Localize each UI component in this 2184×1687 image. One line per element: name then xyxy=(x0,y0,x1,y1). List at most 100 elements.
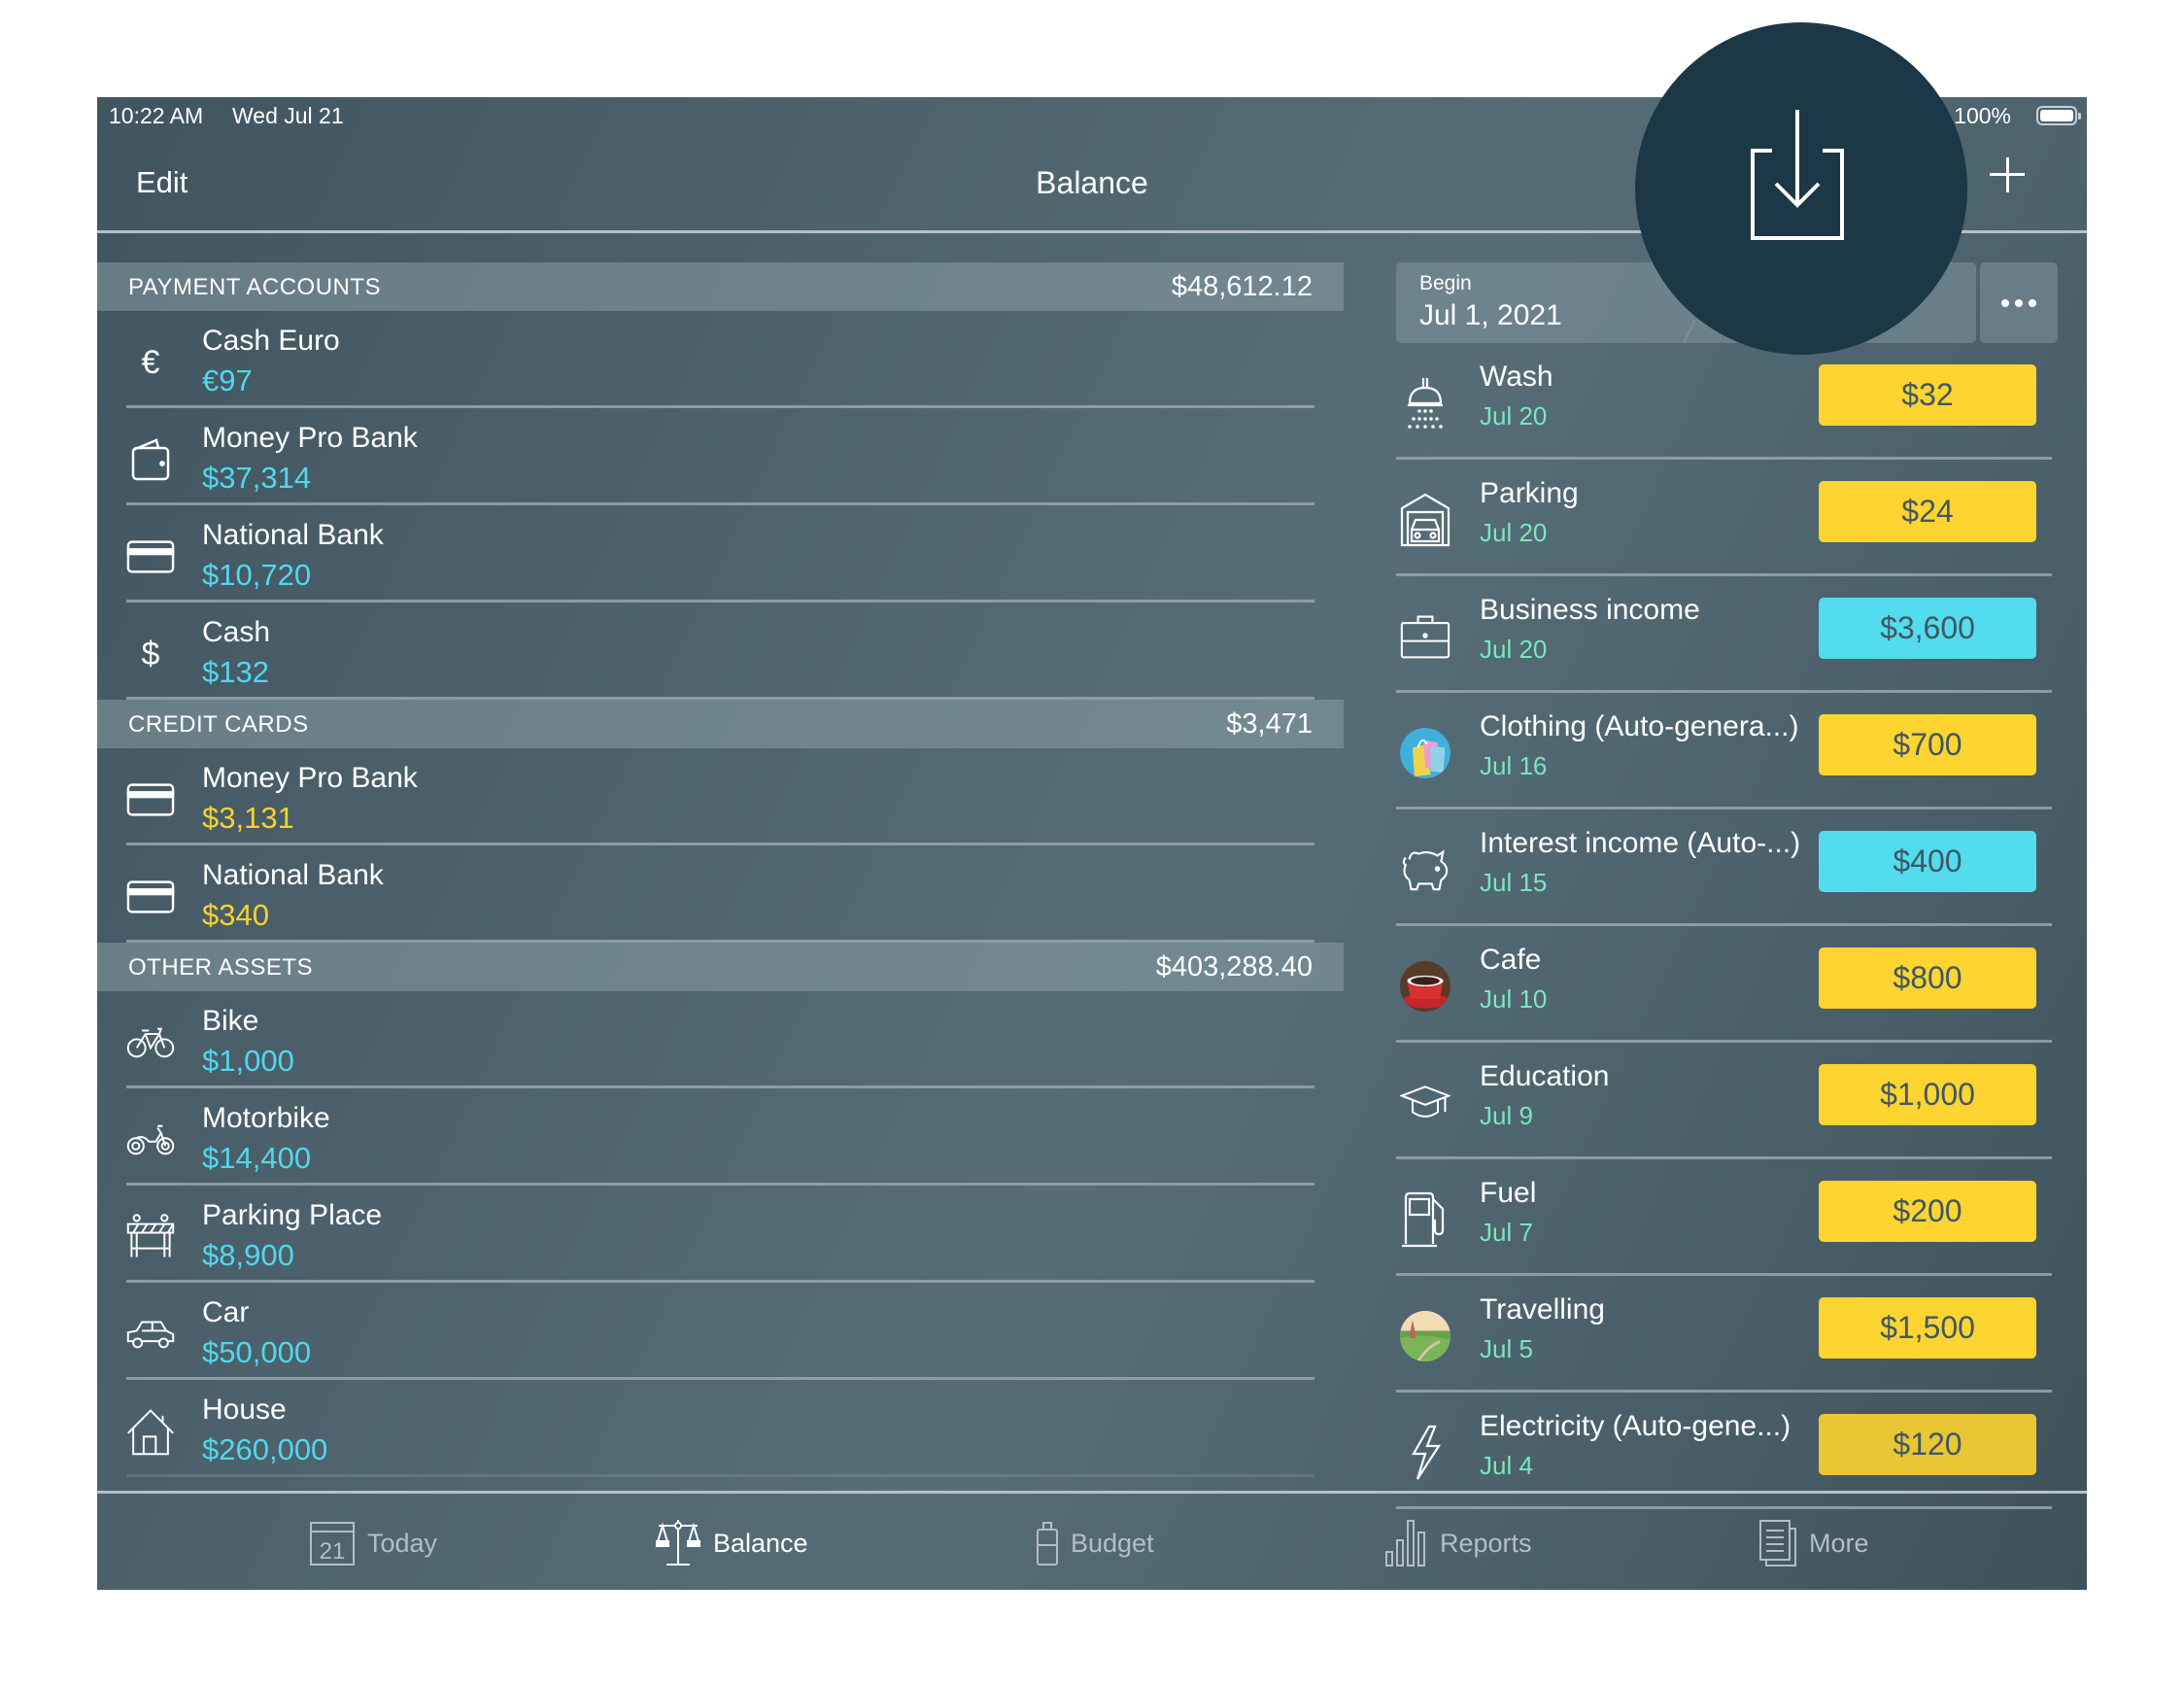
account-amount: $1,000 xyxy=(202,1044,294,1078)
piggy-bank-icon xyxy=(1400,843,1450,897)
account-amount: $50,000 xyxy=(202,1335,312,1369)
transaction-date: Jul 5 xyxy=(1480,1334,1533,1363)
tab-label: Today xyxy=(367,1528,438,1558)
briefcase-icon xyxy=(1400,609,1450,664)
transaction-name: Travelling xyxy=(1480,1293,1605,1326)
shopping-bags-photo-icon xyxy=(1400,726,1450,780)
tab-label: Budget xyxy=(1071,1528,1154,1558)
transaction-amount[interactable]: $200 xyxy=(1819,1181,2036,1242)
import-download-icon xyxy=(1751,110,1844,240)
account-amount: €97 xyxy=(202,363,253,397)
transaction-amount[interactable]: $24 xyxy=(1819,481,2036,542)
account-row[interactable]: National Bank $340 xyxy=(97,845,1344,943)
transaction-amount[interactable]: $700 xyxy=(1819,714,2036,775)
period-divider xyxy=(1681,319,1696,343)
account-row[interactable]: Car $50,000 xyxy=(97,1283,1344,1380)
euro-icon: € xyxy=(141,343,160,381)
account-amount: $8,900 xyxy=(202,1238,294,1272)
transaction-amount[interactable]: $1,000 xyxy=(1819,1064,2036,1125)
section-header-credit-cards: CREDIT CARDS $3,471 xyxy=(97,700,1344,748)
account-name: Parking Place xyxy=(202,1199,383,1231)
landscape-photo-icon xyxy=(1400,1309,1450,1363)
account-amount: $340 xyxy=(202,898,269,932)
transaction-row[interactable]: Travelling Jul 5 $1,500 xyxy=(1396,1276,2052,1393)
account-amount: $260,000 xyxy=(202,1432,328,1466)
tab-bar: 21 Today Balance Budget Reports More xyxy=(97,1491,2087,1590)
transaction-row[interactable]: Fuel Jul 7 $200 xyxy=(1396,1159,2052,1276)
dollar-icon: $ xyxy=(141,635,160,672)
tab-reports[interactable]: Reports xyxy=(1385,1519,1532,1567)
status-time: 10:22 AM xyxy=(109,103,204,128)
account-row[interactable]: Parking Place $8,900 xyxy=(97,1186,1344,1283)
lightning-icon xyxy=(1400,1425,1450,1480)
transaction-name: Interest income (Auto-...) xyxy=(1480,827,1801,859)
status-date: Wed Jul 21 xyxy=(232,103,344,128)
documents-icon xyxy=(1759,1520,1796,1566)
scales-icon xyxy=(655,1520,701,1566)
budget-jar-icon xyxy=(1037,1522,1058,1566)
transaction-row[interactable]: Clothing (Auto-genera...) Jul 16 $700 xyxy=(1396,693,2052,809)
plus-icon[interactable] xyxy=(1986,154,2029,196)
transactions-list: Wash Jul 20 $32 Parking Jul 20 $24 Busin… xyxy=(1396,343,2052,1509)
credit-card-icon xyxy=(126,873,175,921)
transaction-row[interactable]: Wash Jul 20 $32 xyxy=(1396,343,2052,460)
coffee-cup-photo-icon xyxy=(1400,959,1450,1014)
account-row[interactable]: Bike $1,000 xyxy=(97,991,1344,1088)
section-title: PAYMENT ACCOUNTS xyxy=(128,274,382,300)
transaction-row[interactable]: Cafe Jul 10 $800 xyxy=(1396,926,2052,1043)
transaction-name: Cafe xyxy=(1480,944,1542,976)
import-button-spotlight[interactable] xyxy=(1635,22,1967,355)
account-row[interactable]: € Cash Euro €97 xyxy=(97,311,1344,408)
account-name: House xyxy=(202,1394,287,1426)
tab-label: More xyxy=(1809,1528,1869,1558)
transaction-date: Jul 20 xyxy=(1480,518,1548,547)
transaction-amount[interactable]: $3,600 xyxy=(1819,598,2036,659)
transaction-name: Business income xyxy=(1480,594,1700,626)
tab-label: Reports xyxy=(1440,1528,1532,1558)
transaction-amount[interactable]: $32 xyxy=(1819,364,2036,426)
section-title: CREDIT CARDS xyxy=(128,711,309,738)
credit-card-icon xyxy=(126,533,175,581)
battery-icon xyxy=(2036,106,2081,125)
calendar-icon: 21 xyxy=(310,1522,355,1566)
transaction-row[interactable]: Business income Jul 20 $3,600 xyxy=(1396,576,2052,693)
tab-today[interactable]: 21 Today xyxy=(309,1519,437,1567)
transaction-name: Fuel xyxy=(1480,1177,1537,1209)
account-name: Motorbike xyxy=(202,1102,330,1134)
transaction-amount[interactable]: $120 xyxy=(1819,1414,2036,1475)
account-row[interactable]: National Bank $10,720 xyxy=(97,505,1344,602)
transaction-date: Jul 10 xyxy=(1480,984,1548,1014)
barrier-icon xyxy=(126,1213,175,1261)
account-row[interactable]: $ Cash $132 xyxy=(97,602,1344,700)
tab-budget[interactable]: Budget xyxy=(1036,1519,1154,1567)
tab-balance[interactable]: Balance xyxy=(655,1519,808,1567)
section-total: $3,471 xyxy=(1226,708,1313,740)
transaction-name: Electricity (Auto-gene...) xyxy=(1480,1410,1792,1442)
accounts-list: PAYMENT ACCOUNTS $48,612.12 € Cash Euro … xyxy=(97,262,1344,1477)
transaction-row[interactable]: Parking Jul 20 $24 xyxy=(1396,460,2052,576)
account-name: Car xyxy=(202,1296,250,1328)
transaction-amount[interactable]: $400 xyxy=(1819,831,2036,892)
transaction-row[interactable]: Interest income (Auto-...) Jul 15 $400 xyxy=(1396,809,2052,926)
section-header-payment-accounts: PAYMENT ACCOUNTS $48,612.12 xyxy=(97,262,1344,311)
account-row[interactable]: House $260,000 xyxy=(97,1380,1344,1477)
transaction-date: Jul 4 xyxy=(1480,1451,1533,1480)
bicycle-icon xyxy=(126,1018,175,1067)
account-name: National Bank xyxy=(202,519,384,551)
ellipsis-icon[interactable] xyxy=(1980,262,2058,343)
tab-more[interactable]: More xyxy=(1758,1519,1869,1567)
credit-card-icon xyxy=(126,775,175,824)
transaction-date: Jul 15 xyxy=(1480,868,1548,897)
wallet-icon xyxy=(126,435,175,484)
transaction-amount[interactable]: $800 xyxy=(1819,947,2036,1009)
transaction-amount[interactable]: $1,500 xyxy=(1819,1297,2036,1359)
shower-icon xyxy=(1400,376,1450,430)
account-row[interactable]: Motorbike $14,400 xyxy=(97,1088,1344,1186)
account-row[interactable]: Money Pro Bank $37,314 xyxy=(97,408,1344,505)
tab-label: Balance xyxy=(713,1528,808,1558)
account-amount: $37,314 xyxy=(202,461,312,495)
transaction-row[interactable]: Education Jul 9 $1,000 xyxy=(1396,1043,2052,1159)
account-row[interactable]: Money Pro Bank $3,131 xyxy=(97,748,1344,845)
transaction-date: Jul 7 xyxy=(1480,1218,1533,1247)
account-amount: $132 xyxy=(202,655,269,689)
